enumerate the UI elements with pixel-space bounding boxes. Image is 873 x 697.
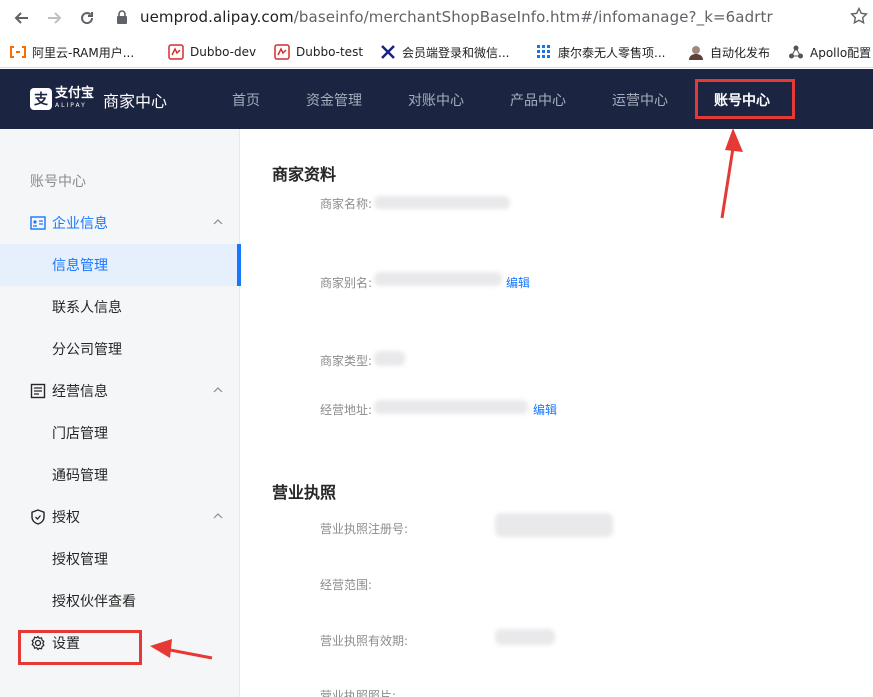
alipay-logo-icon: 支 xyxy=(30,88,52,110)
aliyun-icon xyxy=(10,44,26,60)
bookmarks-bar: 阿里云-RAM用户... Dubbo-dev Dubbo-test 会员端登录和… xyxy=(0,36,873,68)
logo-subtext: ALIPAY xyxy=(55,102,87,109)
sidebar-item-info-manage[interactable]: 信息管理 xyxy=(0,244,241,286)
bookmark-kangertai[interactable]: 康尔泰无人零售项... xyxy=(536,42,665,62)
sidebar-item-label: 授权管理 xyxy=(52,552,108,568)
bookmark-dubbo-test[interactable]: Dubbo-test xyxy=(274,42,363,62)
redacted-value xyxy=(374,351,405,366)
bookmark-label: Dubbo-dev xyxy=(190,45,257,59)
sidebar-item-label: 信息管理 xyxy=(52,258,108,274)
reload-icon[interactable] xyxy=(77,8,97,28)
section-title-merchant: 商家资料 xyxy=(272,165,337,184)
field-label-merchant-name: 商家名称: xyxy=(320,197,373,211)
sidebar-item-stores[interactable]: 门店管理 xyxy=(0,412,240,454)
url-field[interactable]: uemprod.alipay.com/baseinfo/merchantShop… xyxy=(140,8,773,26)
sidebar-group-authorization[interactable]: 授权 xyxy=(0,496,240,538)
dubbo-icon xyxy=(274,44,290,60)
grid-icon xyxy=(536,44,552,60)
nav-operations[interactable]: 运营中心 xyxy=(612,90,668,110)
lock-icon[interactable] xyxy=(116,9,128,29)
redacted-value xyxy=(374,272,502,286)
main-content: 商家资料 商家名称: 商家别名: 编辑 商家类型: 经营地址: 编辑 营业执照 … xyxy=(241,129,873,697)
field-label-business-scope: 经营范围: xyxy=(320,578,373,592)
redacted-value xyxy=(495,513,613,537)
field-label-license-photo: 营业执照照片: xyxy=(320,689,397,697)
chevron-up-icon xyxy=(212,510,224,526)
sidebar-item-label: 通码管理 xyxy=(52,468,108,484)
bookmark-label: 自动化发布 xyxy=(710,45,771,60)
tools-icon xyxy=(380,44,396,60)
bookmark-label: 会员端登录和微信... xyxy=(402,45,510,60)
sidebar-item-label: 分公司管理 xyxy=(52,342,122,358)
sidebar-item-label: 联系人信息 xyxy=(52,300,122,316)
sidebar-item-branches[interactable]: 分公司管理 xyxy=(0,328,240,370)
apollo-icon xyxy=(788,44,804,60)
bookmark-star-icon[interactable] xyxy=(849,6,869,29)
section-title-license: 营业执照 xyxy=(272,483,337,502)
back-arrow-icon[interactable] xyxy=(12,8,32,28)
bookmark-label: 康尔泰无人零售项... xyxy=(558,45,666,60)
dubbo-icon xyxy=(168,44,184,60)
redacted-value xyxy=(495,629,555,645)
sidebar-group-enterprise[interactable]: 企业信息 xyxy=(0,202,240,244)
shield-icon xyxy=(30,509,46,525)
bookmark-auto-deploy[interactable]: 自动化发布 xyxy=(688,42,770,62)
logo-text: 支付宝 xyxy=(55,86,95,101)
edit-alias-link[interactable]: 编辑 xyxy=(506,274,530,291)
sidebar-item-label: 门店管理 xyxy=(52,426,108,442)
bookmark-label: Dubbo-test xyxy=(296,45,364,59)
annotation-highlight-settings xyxy=(18,630,142,665)
sidebar-item-auth-partners[interactable]: 授权伙伴查看 xyxy=(0,580,240,622)
sidebar-group-label: 经营信息 xyxy=(52,384,108,400)
redacted-value xyxy=(374,400,528,414)
annotation-highlight-account-center xyxy=(695,79,795,119)
sidebar-group-business[interactable]: 经营信息 xyxy=(0,370,240,412)
sidebar-item-auth-manage[interactable]: 授权管理 xyxy=(0,538,240,580)
chevron-up-icon xyxy=(212,216,224,232)
brand-title: 商家中心 xyxy=(103,92,168,111)
browser-address-bar: uemprod.alipay.com/baseinfo/merchantShop… xyxy=(0,0,873,36)
screenshot-root: uemprod.alipay.com/baseinfo/merchantShop… xyxy=(0,0,873,697)
id-card-icon xyxy=(30,215,46,231)
field-label-address: 经营地址: xyxy=(320,403,373,417)
redacted-value xyxy=(374,196,510,209)
url-path: /baseinfo/merchantShopBaseInfo.htm#/info… xyxy=(293,8,773,26)
edit-address-link[interactable]: 编辑 xyxy=(533,401,557,418)
sidebar-item-codes[interactable]: 通码管理 xyxy=(0,454,240,496)
document-icon xyxy=(30,383,46,399)
nav-reconciliation[interactable]: 对账中心 xyxy=(408,90,464,110)
bookmark-dubbo-dev[interactable]: Dubbo-dev xyxy=(168,42,256,62)
sidebar-item-contacts[interactable]: 联系人信息 xyxy=(0,286,240,328)
bookmark-aliyun-ram[interactable]: 阿里云-RAM用户... xyxy=(10,42,134,62)
bookmark-member-login[interactable]: 会员端登录和微信... xyxy=(380,42,509,62)
sidebar-item-label: 授权伙伴查看 xyxy=(52,594,136,610)
field-label-license-validity: 营业执照有效期: xyxy=(320,634,409,648)
bookmark-apollo[interactable]: Apollo配置 xyxy=(788,42,871,62)
url-host: uemprod.alipay.com xyxy=(140,8,294,26)
sidebar-title: 账号中心 xyxy=(30,174,86,190)
chevron-up-icon xyxy=(212,384,224,400)
avatar-icon xyxy=(688,44,704,60)
sidebar-group-label: 授权 xyxy=(52,510,80,526)
sidebar-group-label: 企业信息 xyxy=(52,216,108,232)
field-label-license-number: 营业执照注册号: xyxy=(320,522,409,536)
bookmark-label: Apollo配置 xyxy=(810,45,872,60)
nav-products[interactable]: 产品中心 xyxy=(510,90,566,110)
nav-home[interactable]: 首页 xyxy=(232,90,260,110)
nav-funds[interactable]: 资金管理 xyxy=(306,90,362,110)
sidebar: 账号中心 企业信息 信息管理 联系人信息 分公司管理 经营信息 门店管理 通码管… xyxy=(0,129,241,697)
field-label-merchant-alias: 商家别名: xyxy=(320,276,373,290)
bookmark-label: 阿里云-RAM用户... xyxy=(32,45,135,60)
field-label-merchant-type: 商家类型: xyxy=(320,354,373,368)
forward-arrow-icon[interactable] xyxy=(44,8,64,28)
